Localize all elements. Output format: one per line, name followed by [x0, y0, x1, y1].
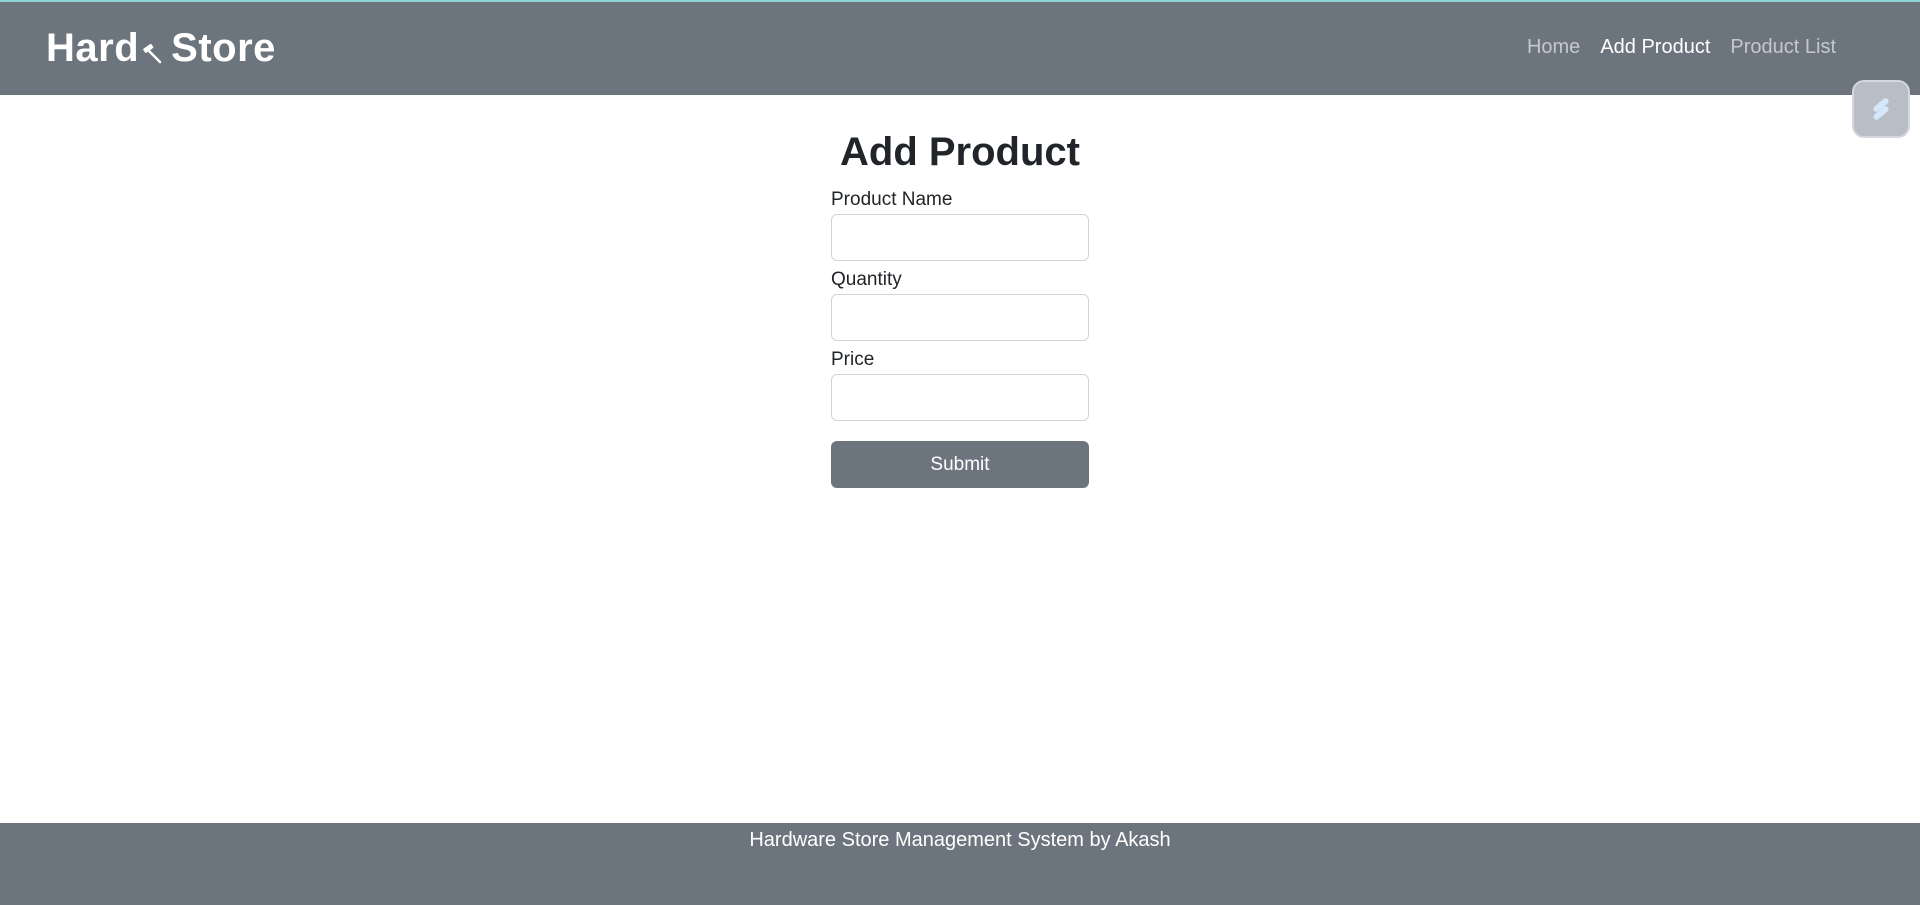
price-input[interactable]: [831, 374, 1089, 421]
extension-icon: [1873, 98, 1889, 120]
brand-text-left: Hard: [46, 26, 140, 70]
price-label: Price: [831, 349, 875, 370]
nav-link-add-product[interactable]: Add Product: [1600, 36, 1710, 59]
page: Hard Store Home Add Product Product List…: [0, 0, 1920, 905]
quantity-label: Quantity: [831, 269, 902, 290]
product-name-input[interactable]: [831, 214, 1089, 261]
extension-button[interactable]: [1852, 80, 1910, 138]
quantity-input[interactable]: [831, 294, 1089, 341]
brand-text-right: Store: [171, 26, 276, 70]
page-title: Add Product: [840, 130, 1080, 174]
footer-text: Hardware Store Management System by Akas…: [749, 829, 1171, 851]
nav-link-home[interactable]: Home: [1527, 36, 1580, 59]
nav-link-product-list[interactable]: Product List: [1730, 36, 1836, 59]
navbar: Hard Store Home Add Product Product List: [0, 0, 1920, 95]
product-name-label: Product Name: [831, 189, 953, 210]
brand-logo[interactable]: Hard Store: [46, 26, 276, 71]
nav-links: Home Add Product Product List: [1527, 36, 1836, 59]
add-product-form: Product Name Quantity Price Submit: [831, 189, 1089, 488]
submit-button[interactable]: Submit: [831, 441, 1089, 488]
hammer-icon: [141, 29, 163, 69]
add-product-form-container: Add Product Product Name Quantity Price …: [831, 125, 1089, 488]
footer: Hardware Store Management System by Akas…: [0, 823, 1920, 905]
